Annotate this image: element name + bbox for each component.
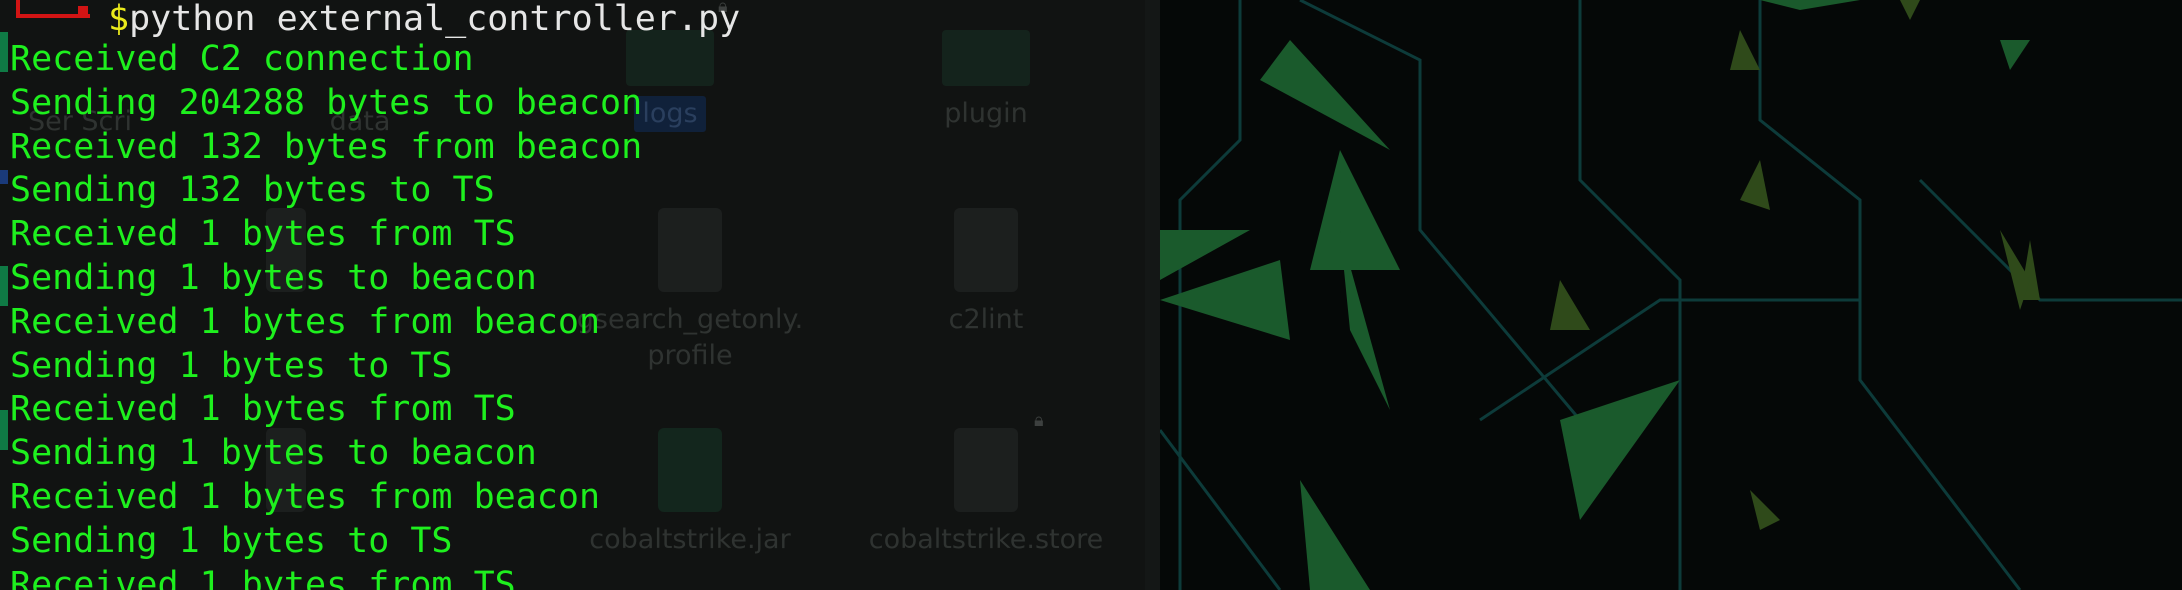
terminal-window[interactable]: $python external_controller.py Received …: [0, 0, 1145, 590]
output-line: Received 1 bytes from beacon: [10, 476, 601, 517]
output-line: Sending 132 bytes to TS: [10, 170, 495, 211]
command-prompt-line: $python external_controller.py: [0, 0, 740, 39]
terminal-output: Received C2 connection Sending 204288 by…: [10, 38, 642, 590]
output-line: Received C2 connection: [10, 39, 474, 79]
output-line: Sending 1 bytes to TS: [10, 520, 453, 561]
desktop-wallpaper: [1160, 0, 2182, 590]
screen: logs plugin Ser Scri data gsearch_getonl…: [0, 0, 2182, 590]
prompt-text: $python external_controller.py: [108, 0, 740, 42]
wallpaper-graphic: [1160, 0, 2182, 590]
output-line: Sending 1 bytes to beacon: [10, 257, 537, 298]
output-line: Received 1 bytes from TS: [10, 389, 516, 430]
output-line: Received 1 bytes from TS: [10, 214, 516, 255]
prompt-symbol: $: [108, 0, 130, 39]
output-line: Received 1 bytes from TS: [10, 564, 516, 590]
output-line: Sending 1 bytes to beacon: [10, 433, 537, 474]
command-text: python external_controller.py: [129, 0, 741, 39]
output-line: Sending 1 bytes to TS: [10, 345, 453, 386]
output-line: Received 1 bytes from beacon: [10, 301, 601, 342]
output-line: Sending 204288 bytes to beacon: [10, 82, 643, 123]
output-line: Received 132 bytes from beacon: [10, 126, 643, 167]
